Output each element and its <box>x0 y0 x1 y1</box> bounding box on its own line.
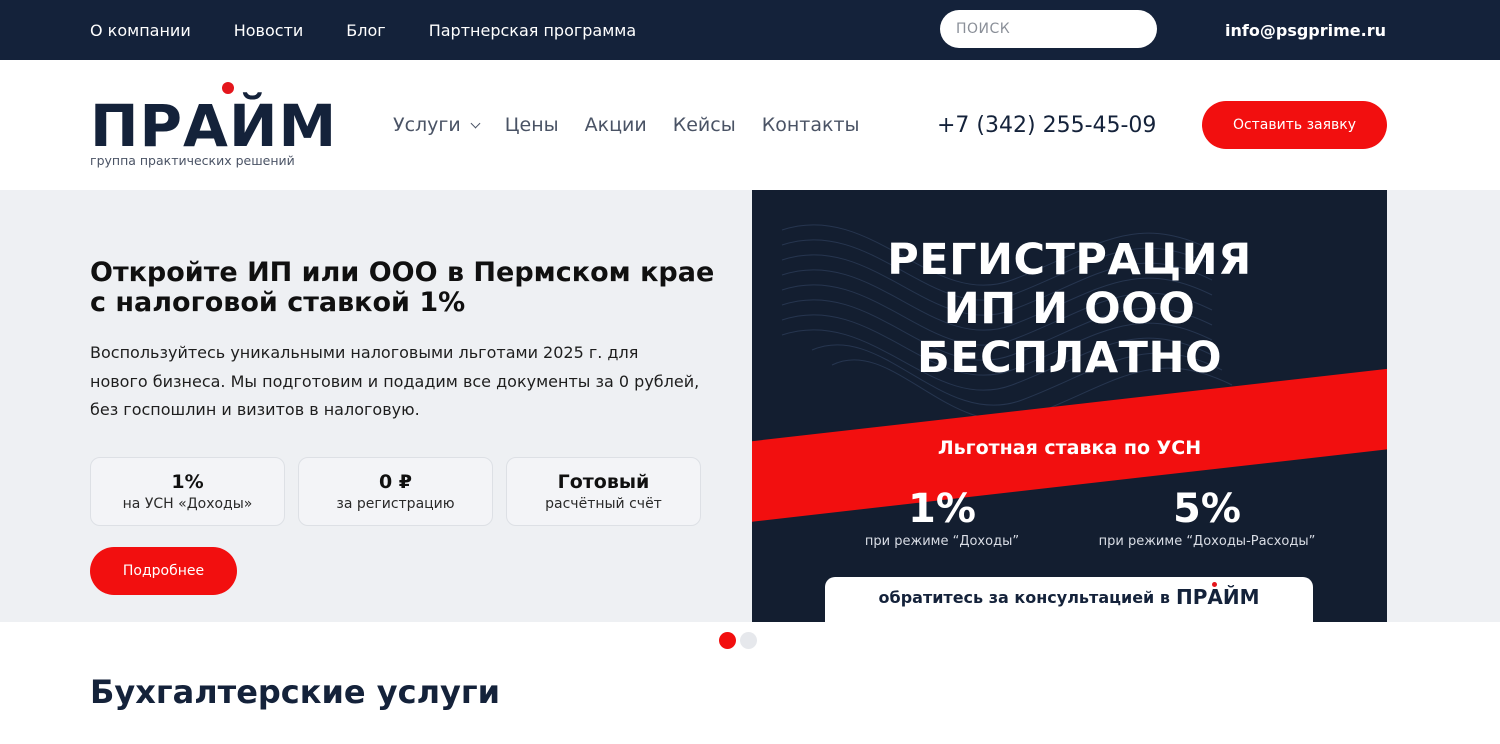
more-button[interactable]: Подробнее <box>90 547 237 595</box>
consult-text: обратитесь за консультацией в <box>878 588 1170 607</box>
rate-label: при режиме “Доходы” <box>864 534 1020 549</box>
banner-title-line: ИП И ООО <box>943 284 1196 334</box>
request-button[interactable]: Оставить заявку <box>1202 101 1387 149</box>
nav-cases[interactable]: Кейсы <box>673 114 736 136</box>
banner-title-line: РЕГИСТРАЦИЯ <box>887 235 1252 285</box>
nav-services-label: Услуги <box>393 114 461 136</box>
section-title: Бухгалтерские услуги <box>90 673 501 711</box>
promo-banner[interactable]: РЕГИСТРАЦИЯ ИП И ООО БЕСПЛАТНО Льготная … <box>752 190 1387 622</box>
rate-value: 5% <box>1173 486 1241 532</box>
hero-description: Воспользуйтесь уникальными налоговыми ль… <box>90 343 700 419</box>
top-nav-blog[interactable]: Блог <box>346 21 385 40</box>
nav-promotions[interactable]: Акции <box>585 114 647 136</box>
slider-dot-active[interactable] <box>719 632 736 649</box>
consult-brand-text: ПРАЙМ <box>1175 585 1260 609</box>
banner-title: РЕГИСТРАЦИЯ ИП И ООО БЕСПЛАТНО <box>752 236 1387 383</box>
slider-dot[interactable] <box>740 632 757 649</box>
feature-label: на УСН «Доходы» <box>122 495 253 512</box>
top-nav: О компании Новости Блог Партнерская прог… <box>90 0 679 60</box>
feature-value: Готовый <box>557 470 650 493</box>
search-input[interactable] <box>940 10 1157 48</box>
feature-label: за регистрацию <box>336 495 455 512</box>
email-link[interactable]: info@psgprime.ru <box>1225 0 1386 60</box>
feature-card: 1% на УСН «Доходы» <box>90 457 285 526</box>
feature-card: 0 ₽ за регистрацию <box>298 457 493 526</box>
stripe-text: Льготная ставка по УСН <box>937 437 1202 459</box>
feature-cards: 1% на УСН «Доходы» 0 ₽ за регистрацию Го… <box>90 457 714 526</box>
consult-box: обратитесь за консультацией в ПРАЙМ <box>825 577 1313 622</box>
feature-value: 0 ₽ <box>378 470 413 493</box>
top-nav-news[interactable]: Новости <box>234 21 304 40</box>
main-nav: Услуги Цены Акции Кейсы Контакты <box>393 60 886 190</box>
nav-contacts[interactable]: Контакты <box>762 114 860 136</box>
feature-value: 1% <box>171 470 204 493</box>
top-nav-about[interactable]: О компании <box>90 21 191 40</box>
nav-services[interactable]: Услуги <box>393 114 481 136</box>
consult-brand: ПРАЙМ <box>1175 582 1260 622</box>
feature-label: расчётный счёт <box>545 495 662 512</box>
rate-income: 1% при режиме “Доходы” <box>852 486 1032 549</box>
rate-value: 1% <box>908 486 976 532</box>
chevron-down-icon <box>470 118 481 128</box>
hero-title: Откройте ИП или ООО в Пермском крае с на… <box>90 257 715 318</box>
logo-subtitle: группа практических решений <box>90 153 295 168</box>
slider-pagination <box>719 632 761 649</box>
brand-dot-icon <box>1211 582 1217 587</box>
rate-income-expense: 5% при режиме “Доходы-Расходы” <box>1087 486 1327 549</box>
logo-text: ПРАЙМ <box>90 92 338 160</box>
feature-card: Готовый расчётный счёт <box>506 457 701 526</box>
top-nav-partners[interactable]: Партнерская программа <box>429 21 636 40</box>
phone-link[interactable]: +7 (342) 255-45-09 <box>937 60 1156 190</box>
banner-title-line: БЕСПЛАТНО <box>916 333 1223 383</box>
site-header: ПРАЙМ группа практических решений Услуги… <box>0 60 1500 190</box>
top-bar: О компании Новости Блог Партнерская прог… <box>0 0 1500 60</box>
logo[interactable]: ПРАЙМ группа практических решений <box>90 80 336 172</box>
nav-prices[interactable]: Цены <box>505 114 559 136</box>
rate-label: при режиме “Доходы-Расходы” <box>1098 534 1316 549</box>
